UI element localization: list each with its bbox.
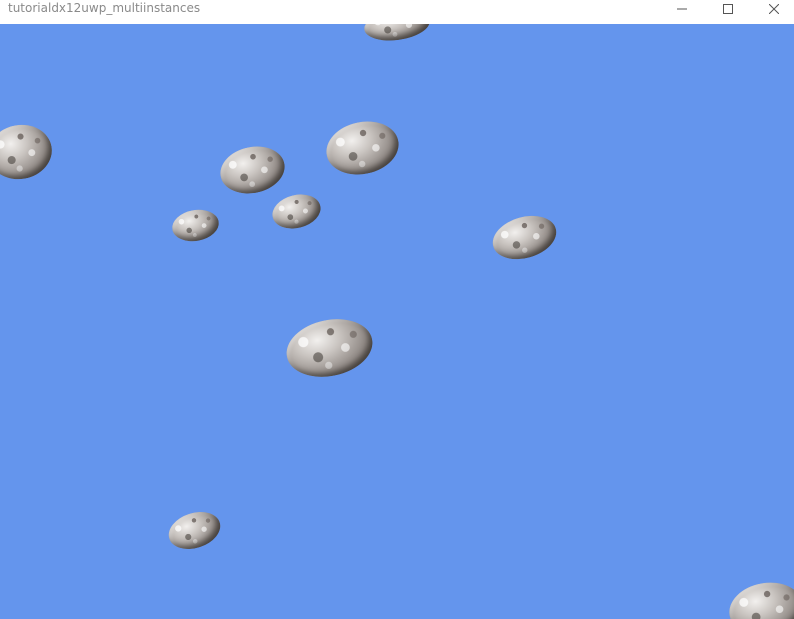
title-bar[interactable]: tutorialdx12uwp_multiinstances xyxy=(0,0,794,24)
render-viewport[interactable] xyxy=(0,24,794,619)
app-window: tutorialdx12uwp_multiinstances xyxy=(0,0,794,619)
minimize-icon xyxy=(677,8,687,9)
asteroid xyxy=(321,114,404,182)
minimize-button[interactable] xyxy=(659,0,705,17)
asteroid xyxy=(268,189,325,234)
asteroid xyxy=(725,576,794,619)
asteroid xyxy=(362,24,432,45)
window-title: tutorialdx12uwp_multiinstances xyxy=(8,1,201,15)
maximize-icon xyxy=(723,3,733,14)
asteroid xyxy=(215,140,290,200)
asteroid xyxy=(281,311,378,385)
close-icon xyxy=(769,3,779,14)
maximize-button[interactable] xyxy=(705,0,751,17)
asteroid xyxy=(169,206,222,245)
asteroid xyxy=(0,119,57,185)
asteroid xyxy=(487,208,562,267)
asteroid xyxy=(163,505,226,556)
close-button[interactable] xyxy=(751,0,794,17)
